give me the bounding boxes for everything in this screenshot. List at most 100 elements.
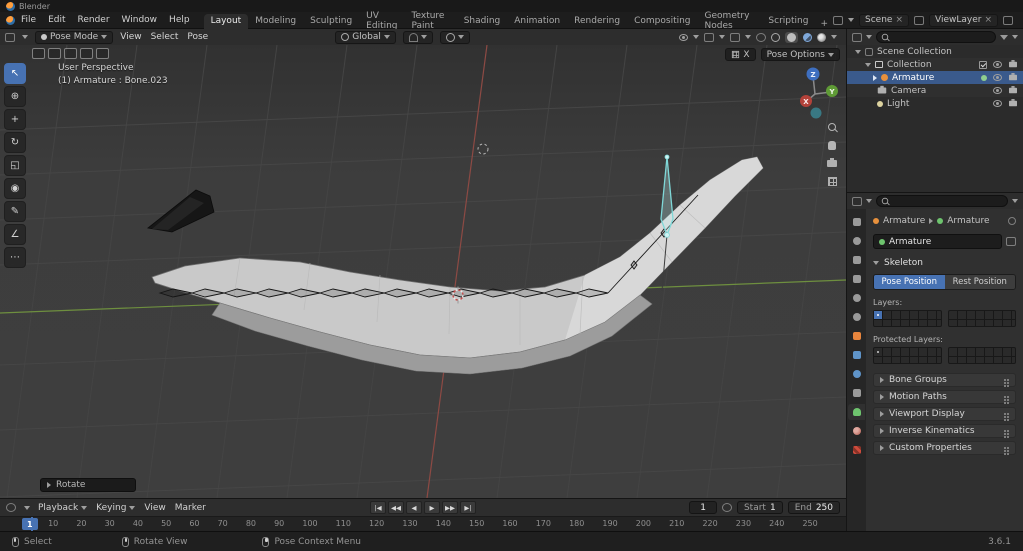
tab-output[interactable] [848, 252, 865, 268]
timeline-editor-caret-icon[interactable] [24, 505, 30, 510]
drag-grip-icon[interactable] [1004, 379, 1006, 381]
view-layer-clear-icon[interactable]: × [984, 16, 992, 25]
outliner-row-camera[interactable]: Camera [847, 84, 1023, 97]
tool-setting-icon-1[interactable] [32, 48, 45, 59]
pose-position-button[interactable]: Pose Position [874, 275, 945, 289]
toggle-perspective-icon[interactable] [827, 177, 837, 186]
rest-position-button[interactable]: Rest Position [944, 275, 1015, 289]
tab-layout[interactable]: Layout [203, 13, 249, 29]
auto-keying-icon[interactable] [721, 503, 732, 512]
disable-in-renders-icon[interactable] [1009, 73, 1017, 81]
skeleton-panel-header[interactable]: Skeleton [873, 258, 1016, 268]
timeline-ruler[interactable]: 1 10 20 30 40 50 60 70 80 90 100 110 120… [0, 516, 846, 532]
blender-menu-icon[interactable] [6, 15, 15, 25]
hide-in-viewport-icon[interactable] [993, 61, 1002, 68]
new-view-layer-icon[interactable] [1003, 15, 1013, 25]
disable-in-renders-icon[interactable] [1009, 60, 1017, 68]
tool-measure[interactable]: ∠ [4, 224, 26, 245]
panel-viewport-display[interactable]: Viewport Display [873, 407, 1016, 421]
tool-setting-icon-2[interactable] [48, 48, 61, 59]
outliner-row-armature[interactable]: Armature [847, 71, 1023, 84]
disable-in-renders-icon[interactable] [1009, 86, 1017, 94]
xray-toggle-icon[interactable] [756, 32, 766, 42]
drag-grip-icon[interactable] [1004, 447, 1006, 449]
expand-icon[interactable] [855, 49, 861, 54]
operator-panel-rotate[interactable]: Rotate [40, 478, 136, 492]
start-frame-field[interactable]: Start 1 [736, 501, 783, 514]
tool-rotate[interactable]: ↻ [4, 132, 26, 153]
panel-motion-paths[interactable]: Motion Paths [873, 390, 1016, 404]
hide-in-viewport-icon[interactable] [993, 100, 1002, 107]
protected-group-1[interactable] [873, 347, 942, 364]
editor-type-timeline-icon[interactable] [6, 503, 16, 512]
tab-uv-editing[interactable]: UV Editing [359, 11, 404, 31]
menu-window[interactable]: Window [116, 13, 164, 27]
tab-constraints[interactable] [848, 385, 865, 401]
tab-shading[interactable]: Shading [457, 14, 508, 29]
hide-in-viewport-icon[interactable] [993, 74, 1002, 81]
current-frame-field[interactable]: 1 [689, 501, 717, 514]
scene-clear-icon[interactable]: × [895, 16, 903, 25]
tool-setting-icon-3[interactable] [64, 48, 77, 59]
transform-orientation-selector[interactable]: Global [335, 30, 396, 44]
shading-material-icon[interactable] [803, 32, 812, 42]
properties-search-input[interactable] [876, 195, 1008, 207]
protected-group-2[interactable] [947, 347, 1016, 364]
tab-scene[interactable] [848, 290, 865, 306]
filter-icon[interactable] [1000, 34, 1008, 40]
layers-group-2[interactable] [947, 310, 1016, 327]
shading-wireframe-icon[interactable] [771, 32, 780, 42]
zoom-icon[interactable] [828, 123, 836, 131]
outliner-editor-caret-icon[interactable] [866, 35, 872, 39]
tab-texture-paint[interactable]: Texture Paint [405, 11, 457, 31]
menu-help[interactable]: Help [163, 13, 196, 27]
play-reverse-button[interactable]: ◀ [406, 501, 422, 514]
outliner-row-light[interactable]: Light [847, 97, 1023, 110]
properties-options-caret-icon[interactable] [1012, 199, 1018, 203]
editor-type-properties-icon[interactable] [852, 196, 862, 206]
gizmos-icon[interactable] [704, 32, 714, 42]
tab-render[interactable] [848, 233, 865, 249]
mode-selector[interactable]: Pose Mode [35, 30, 114, 44]
tool-transform[interactable]: ◉ [4, 178, 26, 199]
collection-checkbox[interactable] [979, 60, 987, 69]
tool-move[interactable]: + [4, 109, 26, 130]
tab-object[interactable] [848, 328, 865, 344]
tab-view-layer[interactable] [848, 271, 865, 287]
tool-more[interactable]: ⋯ [4, 247, 26, 268]
viewport-canvas[interactable]: Z Y X X Pose Options ↖ ⊕ + ↻ ◱ ◉ ✎ ∠ ⋯ U… [0, 45, 846, 498]
drag-grip-icon[interactable] [1004, 413, 1006, 415]
editor-type-viewport-icon[interactable] [5, 32, 15, 42]
fake-user-icon[interactable] [1006, 237, 1016, 246]
breadcrumb-data[interactable]: Armature [947, 216, 989, 226]
properties-editor-caret-icon[interactable] [866, 199, 872, 203]
show-hide-caret-icon[interactable] [693, 35, 699, 39]
panel-custom-properties[interactable]: Custom Properties [873, 441, 1016, 455]
hide-in-viewport-icon[interactable] [993, 87, 1002, 94]
shading-rendered-icon[interactable] [817, 32, 826, 42]
shading-caret-icon[interactable] [831, 35, 837, 39]
disable-in-renders-icon[interactable] [1009, 99, 1017, 107]
expand-icon[interactable] [865, 62, 871, 67]
vp-menu-select[interactable]: Select [151, 32, 179, 42]
jump-to-end-button[interactable]: ▶| [460, 501, 476, 514]
add-workspace-button[interactable]: + [815, 19, 833, 29]
tab-world[interactable] [848, 309, 865, 325]
menu-playback[interactable]: Playback [38, 503, 88, 513]
gizmo-minus-z-ball[interactable] [810, 107, 822, 119]
tab-object-data[interactable] [848, 404, 865, 420]
tab-rendering[interactable]: Rendering [567, 14, 627, 29]
tab-texture[interactable] [848, 442, 865, 458]
menu-render[interactable]: Render [72, 13, 116, 27]
view-layer-icon[interactable] [914, 15, 924, 25]
play-button[interactable]: ▶ [424, 501, 440, 514]
menu-timeline-view[interactable]: View [144, 503, 165, 513]
jump-to-start-button[interactable]: |◀ [370, 501, 386, 514]
editor-type-caret-icon[interactable] [22, 35, 28, 39]
drag-grip-icon[interactable] [1004, 396, 1006, 398]
tab-scripting[interactable]: Scripting [761, 14, 815, 29]
tab-geometry-nodes[interactable]: Geometry Nodes [698, 11, 762, 31]
tool-scale[interactable]: ◱ [4, 155, 26, 176]
armature-name-input[interactable]: Armature [873, 234, 1002, 249]
editor-type-outliner-icon[interactable] [852, 32, 862, 42]
